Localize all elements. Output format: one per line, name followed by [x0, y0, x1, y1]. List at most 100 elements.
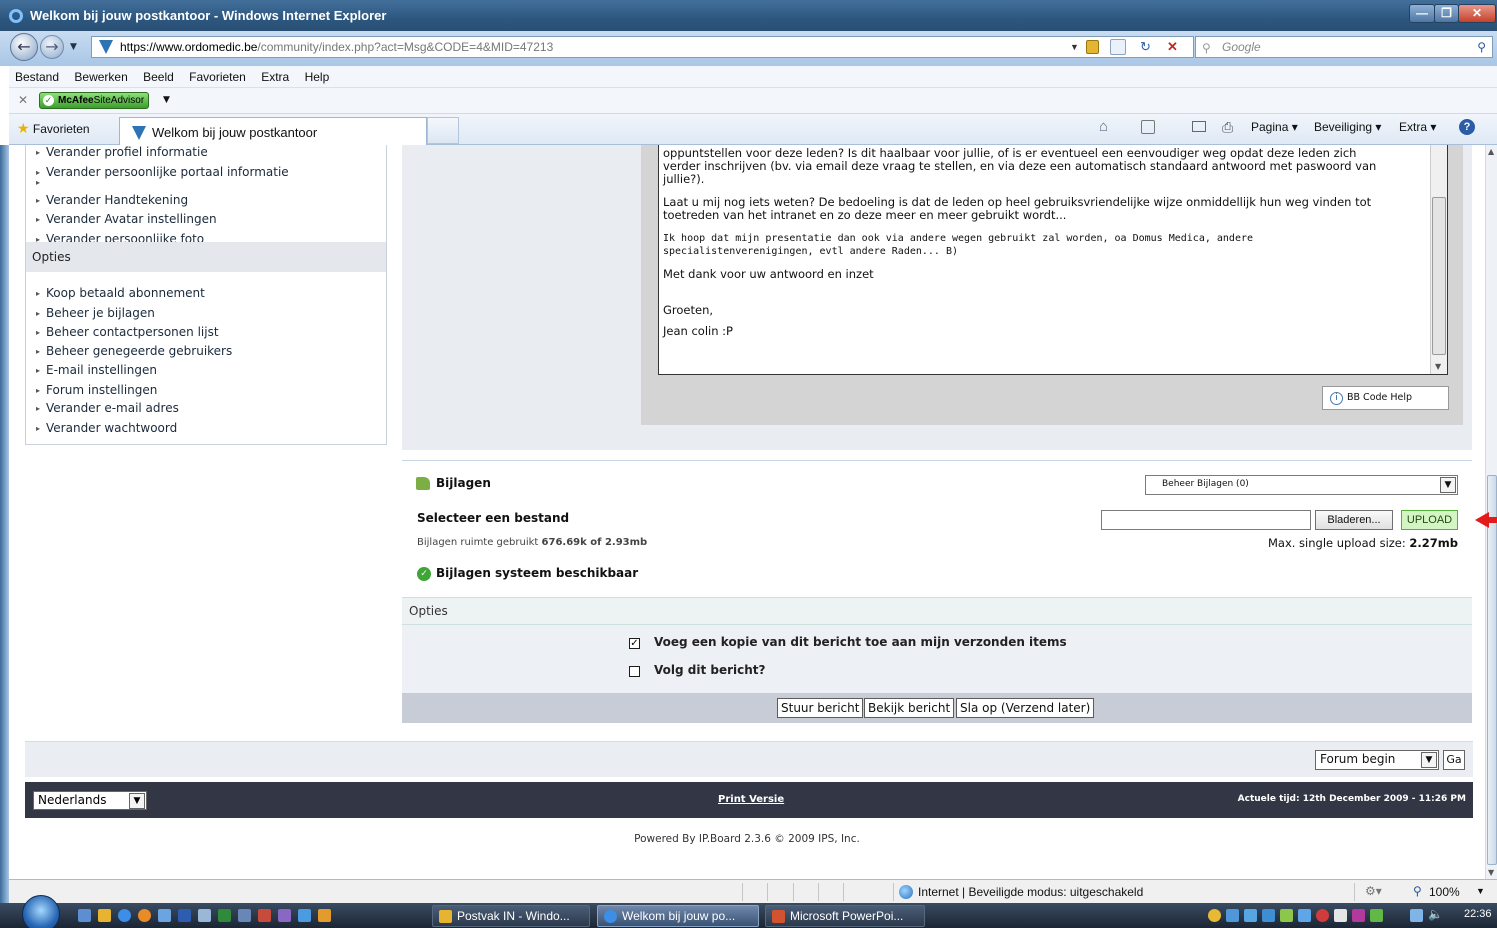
print-icon[interactable]: ⎙: [1222, 119, 1233, 136]
scroll-down-icon[interactable]: ▼: [1488, 868, 1494, 877]
help-icon[interactable]: ?: [1459, 119, 1475, 135]
send-message-button[interactable]: Stuur bericht: [777, 698, 864, 718]
close-window-button[interactable]: ✕: [1458, 4, 1496, 23]
start-button[interactable]: [22, 895, 60, 928]
outlook-icon[interactable]: [98, 909, 111, 922]
protected-mode-icon[interactable]: ⚙▾: [1365, 884, 1382, 898]
textarea-scrollbar[interactable]: ▼: [1430, 145, 1447, 374]
sidebar-link[interactable]: Beheer contactpersonen lijst: [36, 325, 219, 339]
sidebar-link[interactable]: Verander persoonlijke portaal informatie: [36, 165, 289, 179]
favorites-button[interactable]: ★ Favorieten: [17, 120, 90, 137]
app-quicklaunch-icon[interactable]: [298, 909, 311, 922]
app-quicklaunch-icon[interactable]: [238, 909, 251, 922]
network-icon[interactable]: [1410, 909, 1423, 922]
command-extra[interactable]: Extra ▾: [1399, 120, 1436, 134]
tray-icon[interactable]: [1226, 909, 1239, 922]
tab-welkom[interactable]: Welkom bij jouw postkantoor: [119, 117, 427, 145]
security-zone[interactable]: Internet | Beveiligde modus: uitgeschake…: [918, 885, 1143, 899]
volume-icon[interactable]: 🔈: [1428, 907, 1443, 921]
menu-bestand[interactable]: Bestand: [9, 66, 65, 84]
app-quicklaunch-icon[interactable]: [158, 909, 171, 922]
tray-icon[interactable]: [1298, 909, 1311, 922]
app-quicklaunch-icon[interactable]: [258, 909, 271, 922]
bbcode-help-button[interactable]: i BB Code Help: [1322, 386, 1449, 410]
scroll-down-icon[interactable]: ▼: [1435, 360, 1441, 373]
app-quicklaunch-icon[interactable]: [198, 909, 211, 922]
mcafee-siteadvisor-button[interactable]: ✓ McAfeeSiteAdvisor: [39, 92, 150, 109]
mcafee-dropdown-icon[interactable]: ▼: [163, 95, 170, 105]
menu-help[interactable]: Help: [299, 66, 336, 84]
tray-icon[interactable]: [1262, 909, 1275, 922]
app-quicklaunch-icon[interactable]: [278, 909, 291, 922]
menu-beeld[interactable]: Beeld: [137, 66, 180, 84]
sidebar-link[interactable]: Verander e-mail adres: [36, 401, 179, 415]
menu-bewerken[interactable]: Bewerken: [68, 66, 133, 84]
tray-icon[interactable]: [1316, 909, 1329, 922]
message-textarea[interactable]: oppuntstellen voor deze leden? Is dit ha…: [658, 145, 1448, 375]
tray-icon[interactable]: [1370, 909, 1383, 922]
sidebar-link[interactable]: Beheer je bijlagen: [36, 306, 155, 320]
tray-icon[interactable]: [1244, 909, 1257, 922]
sidebar-link[interactable]: Beheer genegeerde gebruikers: [36, 344, 232, 358]
restore-button[interactable]: ❐: [1434, 4, 1459, 23]
sidebar-link[interactable]: Koop betaald abonnement: [36, 286, 205, 300]
upload-button[interactable]: UPLOAD: [1401, 510, 1458, 530]
close-toolbar-icon[interactable]: ✕: [18, 93, 28, 107]
lock-icon[interactable]: [1086, 40, 1099, 54]
firefox-icon[interactable]: [138, 909, 151, 922]
forum-jump-select[interactable]: Forum begin ▼: [1315, 750, 1439, 770]
command-pagina[interactable]: Pagina ▾: [1251, 120, 1298, 134]
sidebar-link[interactable]: [36, 175, 46, 189]
go-button[interactable]: Ga: [1443, 750, 1465, 770]
forward-button[interactable]: →: [40, 35, 64, 59]
menu-favorieten[interactable]: Favorieten: [183, 66, 252, 84]
zoom-dropdown-icon[interactable]: ▼: [1476, 886, 1485, 896]
task-outlook[interactable]: Postvak IN - Windo...: [432, 905, 590, 927]
feeds-icon[interactable]: [1141, 120, 1155, 134]
compat-view-icon[interactable]: [1110, 39, 1126, 55]
refresh-icon[interactable]: ↻: [1140, 37, 1151, 57]
task-ie[interactable]: Welkom bij jouw po...: [597, 905, 759, 927]
tray-icon[interactable]: [1208, 909, 1221, 922]
print-version-link[interactable]: Print Versie: [718, 794, 784, 805]
textarea-scroll-thumb[interactable]: [1432, 197, 1446, 355]
word-icon[interactable]: [178, 909, 191, 922]
tray-icon[interactable]: [1280, 909, 1293, 922]
sidebar-link[interactable]: Verander Handtekening: [36, 193, 188, 207]
sidebar-link[interactable]: Verander profiel informatie: [36, 145, 208, 159]
new-tab-button[interactable]: [427, 117, 459, 144]
search-icon[interactable]: ⚲: [1477, 37, 1486, 57]
search-input[interactable]: ⚲ Google ⚲: [1195, 36, 1493, 58]
save-copy-checkbox[interactable]: ✓: [629, 638, 640, 649]
page-scroll-thumb[interactable]: [1487, 475, 1497, 865]
address-bar[interactable]: https://www.ordomedic.be/community/index…: [91, 36, 1194, 58]
save-draft-button[interactable]: Sla op (Verzend later): [956, 698, 1095, 718]
back-button[interactable]: ←: [10, 33, 38, 61]
tray-icon[interactable]: [1334, 909, 1347, 922]
minimize-button[interactable]: —: [1409, 4, 1435, 23]
address-dropdown-icon[interactable]: ▼: [1070, 37, 1079, 57]
sidebar-link[interactable]: Forum instellingen: [36, 383, 157, 397]
task-powerpoint[interactable]: Microsoft PowerPoi...: [765, 905, 925, 927]
show-desktop-icon[interactable]: [78, 909, 91, 922]
mail-icon[interactable]: [1192, 121, 1206, 132]
track-message-checkbox[interactable]: [629, 666, 640, 677]
home-icon[interactable]: ⌂: [1099, 118, 1108, 135]
history-dropdown-icon[interactable]: ▼: [70, 42, 77, 52]
preview-message-button[interactable]: Bekijk bericht: [864, 698, 955, 718]
ie-quicklaunch-icon[interactable]: [118, 909, 131, 922]
sidebar-link[interactable]: E-mail instellingen: [36, 363, 157, 377]
sidebar-link[interactable]: Verander Avatar instellingen: [36, 212, 217, 226]
tray-icon[interactable]: [1352, 909, 1365, 922]
excel-icon[interactable]: [218, 909, 231, 922]
scroll-up-icon[interactable]: ▲: [1488, 147, 1494, 156]
stop-icon[interactable]: ✕: [1167, 37, 1178, 57]
language-select[interactable]: Nederlands ▼: [33, 791, 147, 810]
clock[interactable]: 22:36: [1464, 908, 1492, 920]
zoom-level[interactable]: 100%: [1429, 885, 1460, 899]
browse-button[interactable]: Bladeren...: [1315, 510, 1393, 530]
menu-extra[interactable]: Extra: [255, 66, 295, 84]
manage-attachments-select[interactable]: Beheer Bijlagen (0) ▼: [1145, 475, 1458, 495]
app-quicklaunch-icon[interactable]: [318, 909, 331, 922]
file-path-input[interactable]: [1101, 510, 1311, 530]
